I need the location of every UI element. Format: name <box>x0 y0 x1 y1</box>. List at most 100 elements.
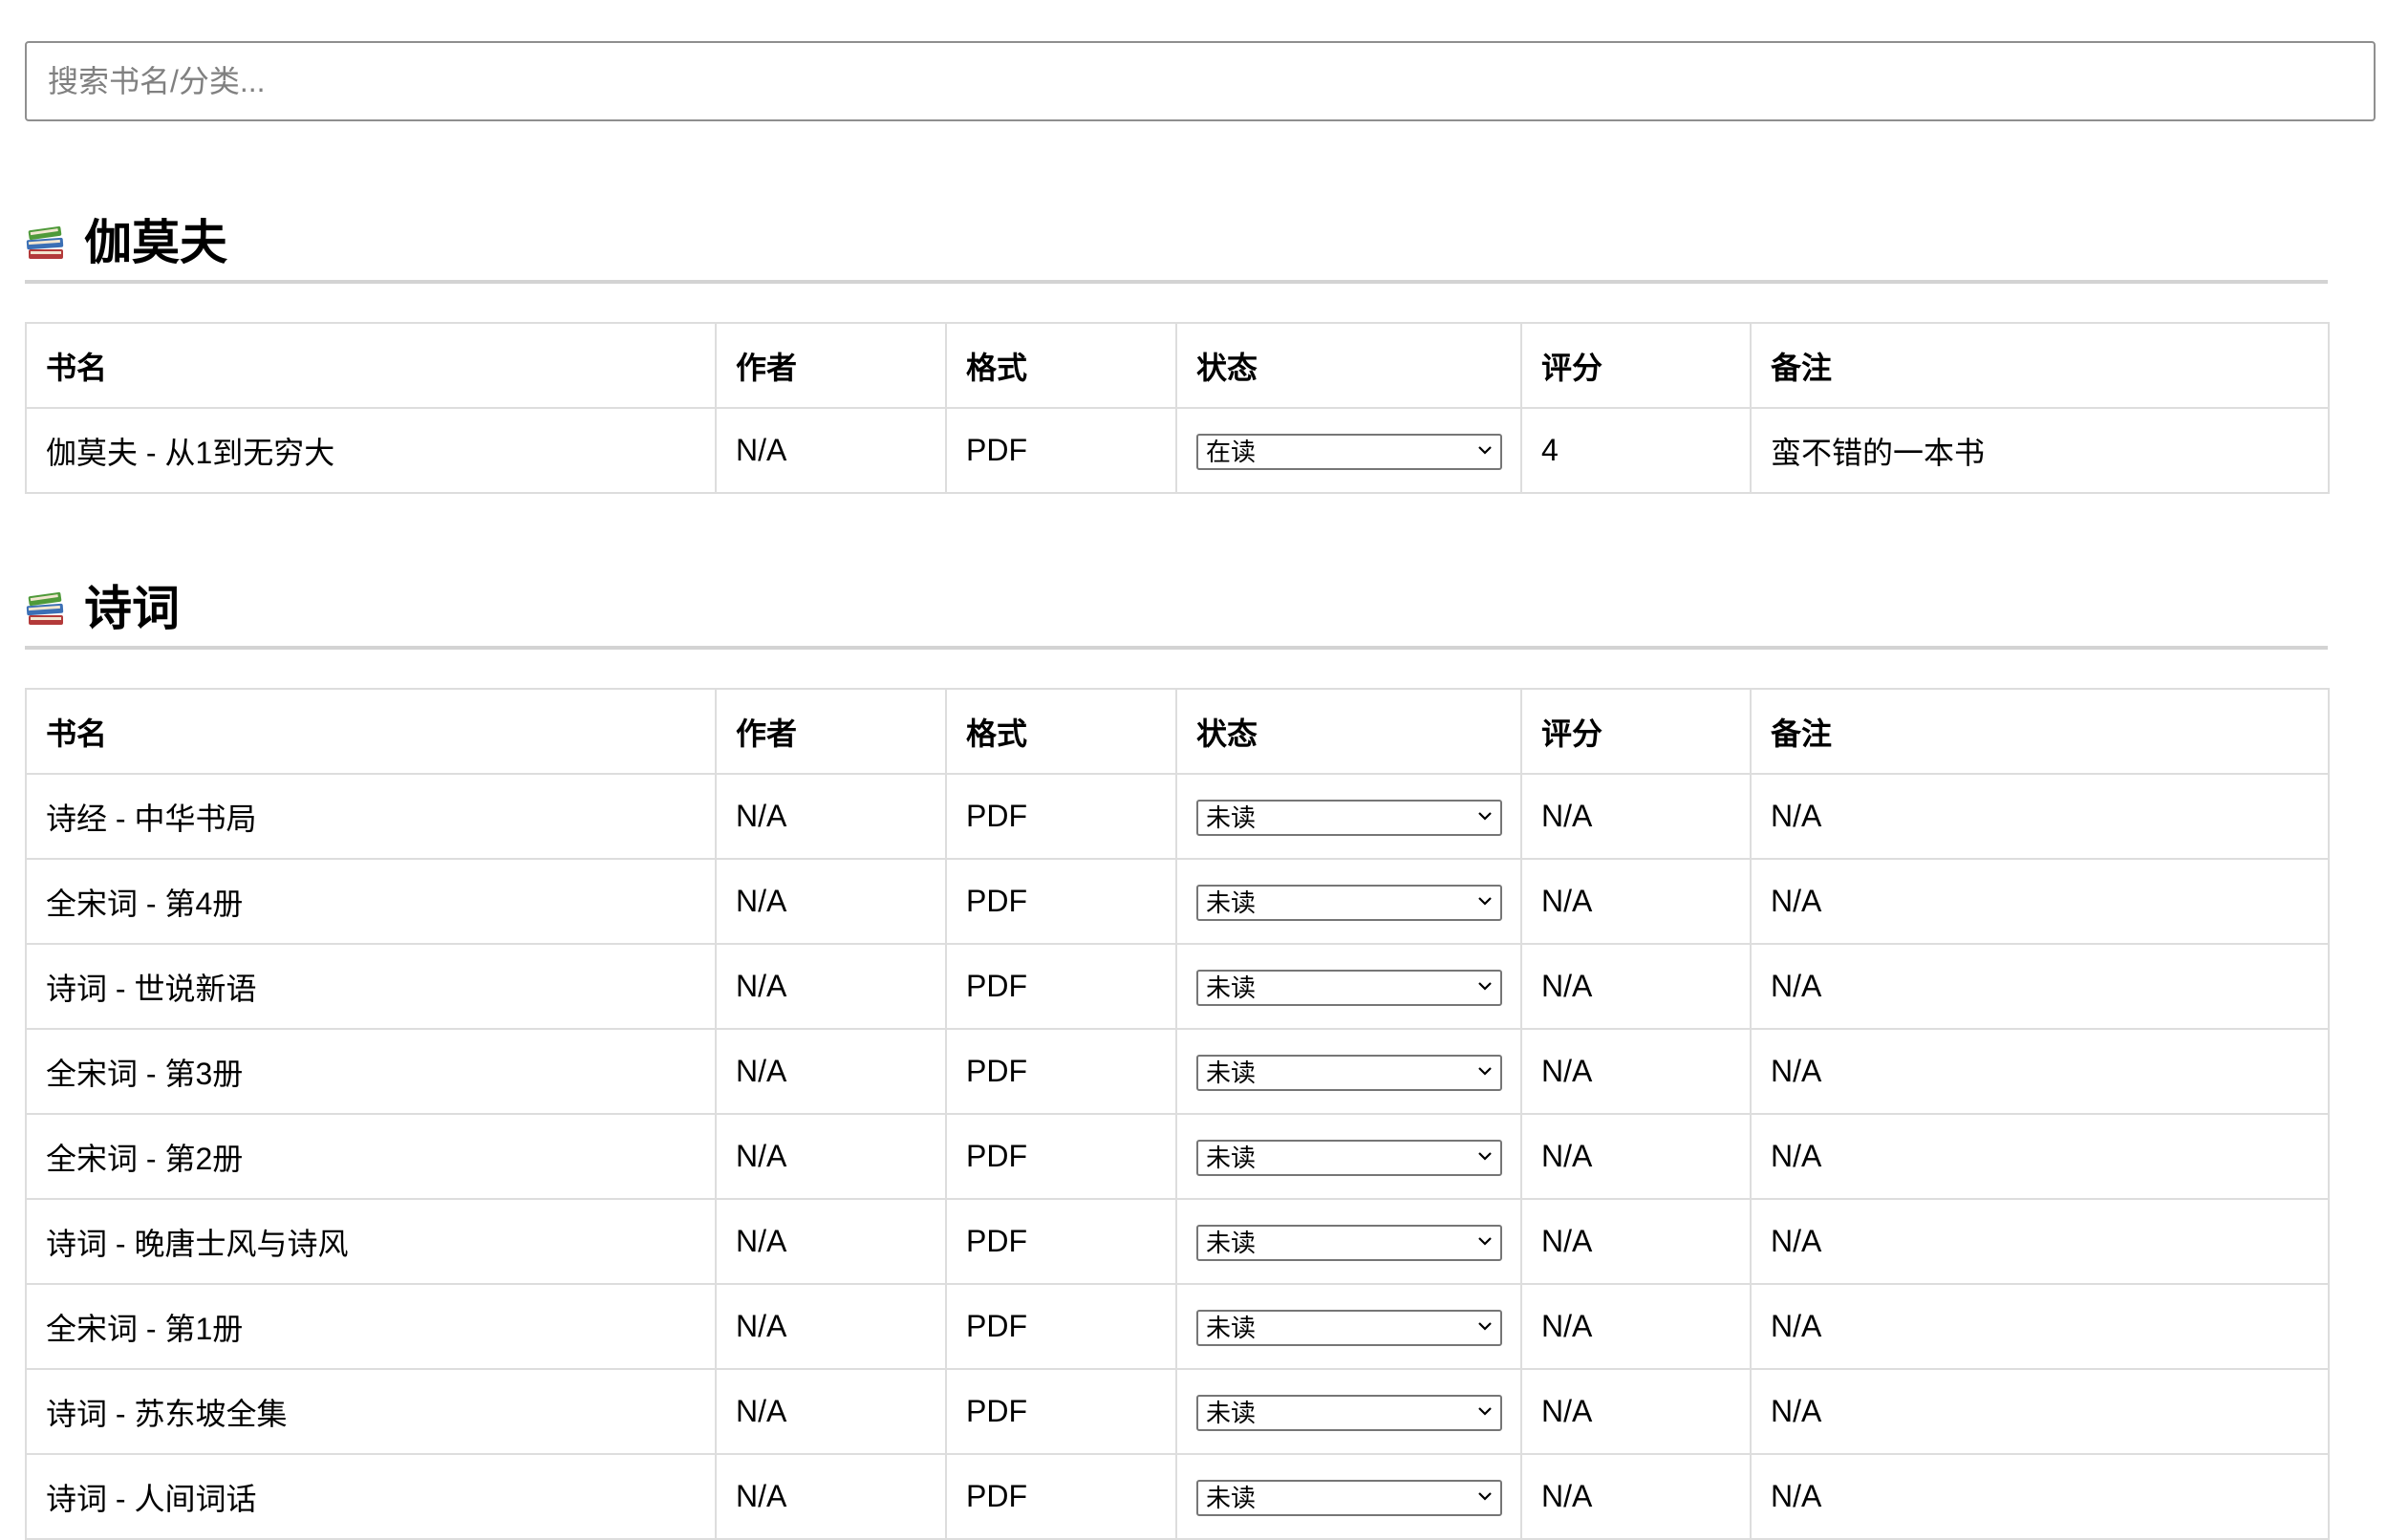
column-header-rating: 评分 <box>1520 322 1752 409</box>
book-status-cell: 未读在读 <box>1175 1453 1522 1540</box>
book-format-cell: PDF <box>945 1198 1177 1285</box>
table-row: 全宋词 - 第4册N/APDF未读在读N/AN/A <box>25 858 2330 945</box>
book-format-cell: PDF <box>945 407 1177 494</box>
table-header-row: 书名 作者 格式 状态 评分 备注 <box>25 688 2330 775</box>
book-note-cell: N/A <box>1750 1368 2330 1455</box>
column-header-rating: 评分 <box>1520 688 1752 775</box>
category-section: 伽莫夫 书名 作者 格式 状态 评分 备注 伽莫夫 - 从1到无穷大 N/A PDF… <box>25 210 2330 494</box>
book-title-cell: 诗词 - 世说新语 <box>25 943 717 1030</box>
table-body: 诗经 - 中华书局N/APDF未读在读N/AN/A全宋词 - 第4册N/APDF… <box>25 773 2330 1540</box>
book-title-cell: 伽莫夫 - 从1到无穷大 <box>25 407 717 494</box>
table-row: 诗词 - 世说新语N/APDF未读在读N/AN/A <box>25 943 2330 1030</box>
book-rating-cell: N/A <box>1520 1453 1752 1540</box>
book-rating-cell: N/A <box>1520 773 1752 860</box>
column-header-author: 作者 <box>715 322 947 409</box>
book-status-cell: 未读在读 <box>1175 1198 1522 1285</box>
status-select-wrapper: 未读在读 <box>1196 799 1502 836</box>
books-icon <box>25 587 69 631</box>
status-select-wrapper: 未读在读 <box>1196 1309 1502 1346</box>
book-note-cell: N/A <box>1750 1028 2330 1115</box>
book-title-cell: 诗经 - 中华书局 <box>25 773 717 860</box>
book-author-cell: N/A <box>715 1453 947 1540</box>
table-row: 全宋词 - 第1册N/APDF未读在读N/AN/A <box>25 1283 2330 1370</box>
book-format-cell: PDF <box>945 1453 1177 1540</box>
status-select[interactable]: 未读在读 <box>1196 1394 1502 1431</box>
book-note-cell: N/A <box>1750 1113 2330 1200</box>
book-format-cell: PDF <box>945 1368 1177 1455</box>
table-body: 伽莫夫 - 从1到无穷大N/APDF 未读在读 4蛮不错的一本书 <box>25 407 2330 494</box>
book-rating-cell: N/A <box>1520 1198 1752 1285</box>
book-rating-cell: N/A <box>1520 1028 1752 1115</box>
book-format-cell: PDF <box>945 1283 1177 1370</box>
book-status-cell: 未读在读 <box>1175 407 1522 494</box>
table-row: 诗词 - 人间词话N/APDF未读在读N/AN/A <box>25 1453 2330 1540</box>
book-title-cell: 全宋词 - 第4册 <box>25 858 717 945</box>
book-note-cell: N/A <box>1750 1453 2330 1540</box>
book-format-cell: PDF <box>945 858 1177 945</box>
book-author-cell: N/A <box>715 858 947 945</box>
book-note-cell: N/A <box>1750 773 2330 860</box>
book-author-cell: N/A <box>715 1028 947 1115</box>
book-status-cell: 未读在读 <box>1175 1028 1522 1115</box>
column-header-status: 状态 <box>1175 322 1522 409</box>
book-title-cell: 诗词 - 苏东坡全集 <box>25 1368 717 1455</box>
status-select[interactable]: 未读在读 <box>1196 1309 1502 1346</box>
book-title-cell: 诗词 - 晚唐士风与诗风 <box>25 1198 717 1285</box>
page: 伽莫夫 书名 作者 格式 状态 评分 备注 伽莫夫 - 从1到无穷大N/APDF… <box>25 41 2376 1540</box>
book-status-cell: 未读在读 <box>1175 1113 1522 1200</box>
book-rating-cell: N/A <box>1520 1113 1752 1200</box>
status-select-wrapper: 未读在读 <box>1196 1139 1502 1176</box>
book-status-cell: 未读在读 <box>1175 943 1522 1030</box>
status-select-wrapper: 未读在读 <box>1196 1054 1502 1091</box>
status-select-wrapper: 未读在读 <box>1196 433 1502 470</box>
book-author-cell: N/A <box>715 1283 947 1370</box>
column-header-author: 作者 <box>715 688 947 775</box>
table-header-row: 书名 作者 格式 状态 评分 备注 <box>25 322 2330 409</box>
column-header-format: 格式 <box>945 688 1177 775</box>
column-header-status: 状态 <box>1175 688 1522 775</box>
category-title: 诗词 <box>84 581 180 635</box>
book-format-cell: PDF <box>945 1028 1177 1115</box>
status-select-wrapper: 未读在读 <box>1196 969 1502 1006</box>
book-format-cell: PDF <box>945 943 1177 1030</box>
column-header-note: 备注 <box>1750 688 2330 775</box>
book-author-cell: N/A <box>715 1198 947 1285</box>
status-select-wrapper: 未读在读 <box>1196 1479 1502 1516</box>
search-input[interactable] <box>25 41 2376 121</box>
status-select[interactable]: 未读在读 <box>1196 969 1502 1006</box>
book-author-cell: N/A <box>715 1113 947 1200</box>
book-note-cell: N/A <box>1750 1283 2330 1370</box>
category-title: 伽莫夫 <box>84 215 227 269</box>
book-status-cell: 未读在读 <box>1175 1283 1522 1370</box>
column-header-title: 书名 <box>25 322 717 409</box>
table-row: 诗词 - 晚唐士风与诗风N/APDF未读在读N/AN/A <box>25 1198 2330 1285</box>
book-title-cell: 全宋词 - 第1册 <box>25 1283 717 1370</box>
status-select[interactable]: 未读在读 <box>1196 1224 1502 1261</box>
column-header-format: 格式 <box>945 322 1177 409</box>
table-row: 诗词 - 苏东坡全集N/APDF未读在读N/AN/A <box>25 1368 2330 1455</box>
column-header-title: 书名 <box>25 688 717 775</box>
column-header-note: 备注 <box>1750 322 2330 409</box>
books-icon <box>25 221 69 265</box>
status-select[interactable]: 未读在读 <box>1196 1479 1502 1516</box>
status-select[interactable]: 未读在读 <box>1196 799 1502 836</box>
status-select-wrapper: 未读在读 <box>1196 1394 1502 1431</box>
book-title-cell: 全宋词 - 第2册 <box>25 1113 717 1200</box>
book-format-cell: PDF <box>945 773 1177 860</box>
book-author-cell: N/A <box>715 773 947 860</box>
status-select[interactable]: 未读在读 <box>1196 433 1502 470</box>
status-select[interactable]: 未读在读 <box>1196 884 1502 921</box>
book-rating-cell: N/A <box>1520 1283 1752 1370</box>
table-row: 全宋词 - 第2册N/APDF未读在读N/AN/A <box>25 1113 2330 1200</box>
book-author-cell: N/A <box>715 943 947 1030</box>
book-rating-cell: N/A <box>1520 858 1752 945</box>
status-select[interactable]: 未读在读 <box>1196 1139 1502 1176</box>
book-author-cell: N/A <box>715 1368 947 1455</box>
table-row: 诗经 - 中华书局N/APDF未读在读N/AN/A <box>25 773 2330 860</box>
books-table: 书名 作者 格式 状态 评分 备注 诗经 - 中华书局N/APDF未读在读N/A… <box>25 688 2330 1540</box>
status-select[interactable]: 未读在读 <box>1196 1054 1502 1091</box>
book-title-cell: 全宋词 - 第3册 <box>25 1028 717 1115</box>
category-section: 诗词 书名 作者 格式 状态 评分 备注 诗经 - 中华书局N/APDF未读在读… <box>25 576 2330 1540</box>
category-heading: 诗词 <box>25 576 2328 650</box>
book-note-cell: N/A <box>1750 943 2330 1030</box>
